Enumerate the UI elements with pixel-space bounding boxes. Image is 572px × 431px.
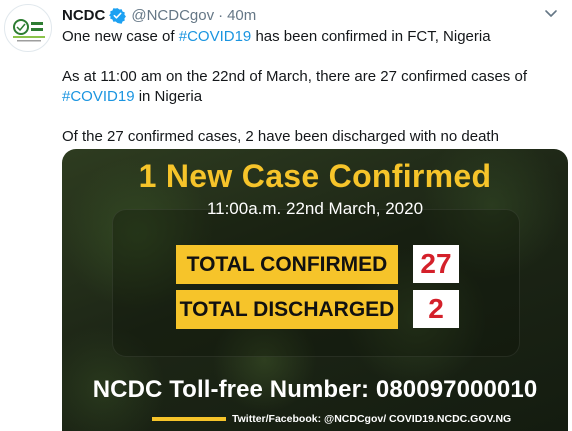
total-confirmed-label: TOTAL CONFIRMED <box>176 245 398 284</box>
hashtag-link[interactable]: #COVID19 <box>62 88 135 105</box>
ncdc-logo-icon <box>13 19 45 42</box>
verified-badge-icon <box>109 7 127 24</box>
author-name[interactable]: NCDC <box>62 7 105 24</box>
tweet-text: One new case of #COVID19 has been confir… <box>62 27 562 147</box>
graphic-headline: 1 New Case Confirmed <box>138 158 492 194</box>
timestamp[interactable]: 40m <box>227 7 256 24</box>
tollfree-number: NCDC Toll-free Number: 080097000010 <box>92 376 538 403</box>
chevron-down-icon[interactable] <box>542 4 560 22</box>
hashtag-link[interactable]: #COVID19 <box>179 28 252 45</box>
tweet-line-2: As at 11:00 am on the 22nd of March, the… <box>62 67 562 107</box>
tweet-header: NCDC @NCDCgov · 40m <box>62 5 256 25</box>
tweet-media-image[interactable]: 1 New Case Confirmed 11:00a.m. 22nd Marc… <box>62 149 568 431</box>
text-segment: in Nigeria <box>134 88 203 105</box>
avatar[interactable] <box>4 4 52 52</box>
total-discharged-value: 2 <box>413 290 459 328</box>
text-segment: One new case of <box>62 28 179 45</box>
tweet-line-1: One new case of #COVID19 has been confir… <box>62 27 562 47</box>
tweet-line-3: Of the 27 confirmed cases, 2 have been d… <box>62 128 499 145</box>
total-confirmed-value: 27 <box>413 245 459 283</box>
separator-dot: · <box>218 6 224 24</box>
total-discharged-label: TOTAL DISCHARGED <box>176 290 398 329</box>
text-segment: As at 11:00 am on the 22nd of March, the… <box>62 68 527 85</box>
text-segment: has been confirmed in FCT, Nigeria <box>251 28 491 45</box>
graphic-datetime: 11:00a.m. 22nd March, 2020 <box>206 199 424 218</box>
author-handle[interactable]: @NCDCgov <box>131 7 214 24</box>
accent-bar <box>152 417 226 421</box>
social-handles: Twitter/Facebook: @NCDCgov/ COVID19.NCDC… <box>232 413 512 425</box>
